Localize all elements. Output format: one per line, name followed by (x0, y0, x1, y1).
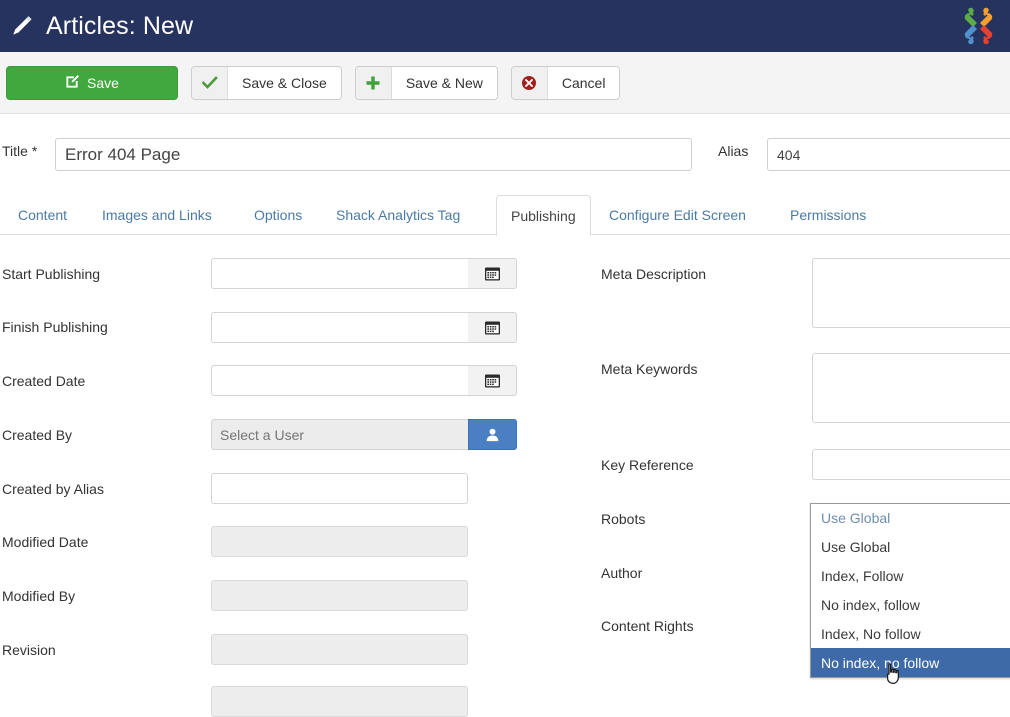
tab-shack-analytics-tag[interactable]: Shack Analytics Tag (322, 195, 474, 235)
robots-option-use-global[interactable]: Use Global (811, 532, 1010, 561)
start-publishing-input[interactable] (211, 258, 468, 289)
meta-description-textarea[interactable] (812, 258, 1010, 328)
meta-keywords-textarea[interactable] (812, 353, 1010, 423)
created-by-alias-input[interactable] (211, 473, 468, 504)
robots-selected-value[interactable]: Use Global (811, 504, 1010, 532)
finish-publishing-input[interactable] (211, 312, 468, 343)
alias-input[interactable] (767, 138, 1010, 171)
content-rights-label: Content Rights (601, 618, 694, 634)
revision-label: Revision (2, 642, 56, 658)
created-date-label: Created Date (2, 373, 85, 389)
user-icon[interactable] (468, 419, 517, 450)
meta-description-label: Meta Description (601, 266, 706, 282)
tab-images-and-links[interactable]: Images and Links (88, 195, 226, 235)
save-close-label: Save & Close (228, 67, 341, 99)
calendar-icon[interactable] (468, 258, 517, 289)
created-by-input[interactable] (211, 419, 468, 450)
page-title: Articles: New (46, 12, 193, 41)
cancel-label: Cancel (548, 67, 620, 99)
robots-option-no-index-follow[interactable]: No index, follow (811, 590, 1010, 619)
created-date-input[interactable] (211, 365, 468, 396)
meta-keywords-label: Meta Keywords (601, 361, 697, 377)
title-label: Title * (2, 143, 37, 159)
toolbar: Save Save & Close Save & New (0, 52, 1010, 114)
page-header: Articles: New (0, 0, 1010, 52)
alias-label: Alias (718, 143, 748, 159)
robots-option-index-no-follow[interactable]: Index, No follow (811, 619, 1010, 648)
tab-configure-edit-screen[interactable]: Configure Edit Screen (595, 195, 760, 235)
save-new-button[interactable]: Save & New (355, 66, 498, 100)
created-by-alias-label: Created by Alias (2, 481, 104, 497)
start-publishing-label: Start Publishing (2, 266, 100, 282)
tab-publishing[interactable]: Publishing (496, 195, 591, 236)
save-new-label: Save & New (392, 67, 497, 99)
robots-label: Robots (601, 511, 645, 527)
created-by-label: Created By (2, 427, 72, 443)
pencil-icon (8, 12, 36, 40)
tab-bar: Content Images and Links Options Shack A… (0, 195, 1010, 235)
cancel-circle-icon (512, 67, 548, 99)
save-button[interactable]: Save (6, 66, 178, 100)
modified-by-label: Modified By (2, 588, 75, 604)
title-input[interactable] (55, 138, 692, 171)
save-edit-icon (65, 74, 80, 92)
tab-options[interactable]: Options (240, 195, 316, 235)
modified-by-input (211, 580, 468, 611)
revision-input (211, 634, 468, 665)
tab-content[interactable]: Content (4, 195, 81, 235)
plus-icon (356, 67, 392, 99)
author-label: Author (601, 565, 642, 581)
robots-option-index-follow[interactable]: Index, Follow (811, 561, 1010, 590)
key-reference-label: Key Reference (601, 457, 694, 473)
modified-date-input (211, 526, 468, 557)
cancel-button[interactable]: Cancel (511, 66, 621, 100)
modified-date-label: Modified Date (2, 534, 88, 550)
check-icon (192, 67, 228, 99)
calendar-icon[interactable] (468, 365, 517, 396)
robots-option-no-index-no-follow[interactable]: No index, no follow (811, 648, 1010, 677)
save-button-label: Save (87, 75, 119, 91)
key-reference-input[interactable] (812, 449, 1010, 480)
calendar-icon[interactable] (468, 312, 517, 343)
title-row: Title * Alias (0, 114, 1010, 192)
tab-permissions[interactable]: Permissions (776, 195, 880, 235)
save-close-button[interactable]: Save & Close (191, 66, 342, 100)
finish-publishing-label: Finish Publishing (2, 319, 108, 335)
joomla-logo-icon (956, 3, 1002, 49)
robots-select-dropdown[interactable]: Use Global Use Global Index, Follow No i… (810, 503, 1010, 678)
